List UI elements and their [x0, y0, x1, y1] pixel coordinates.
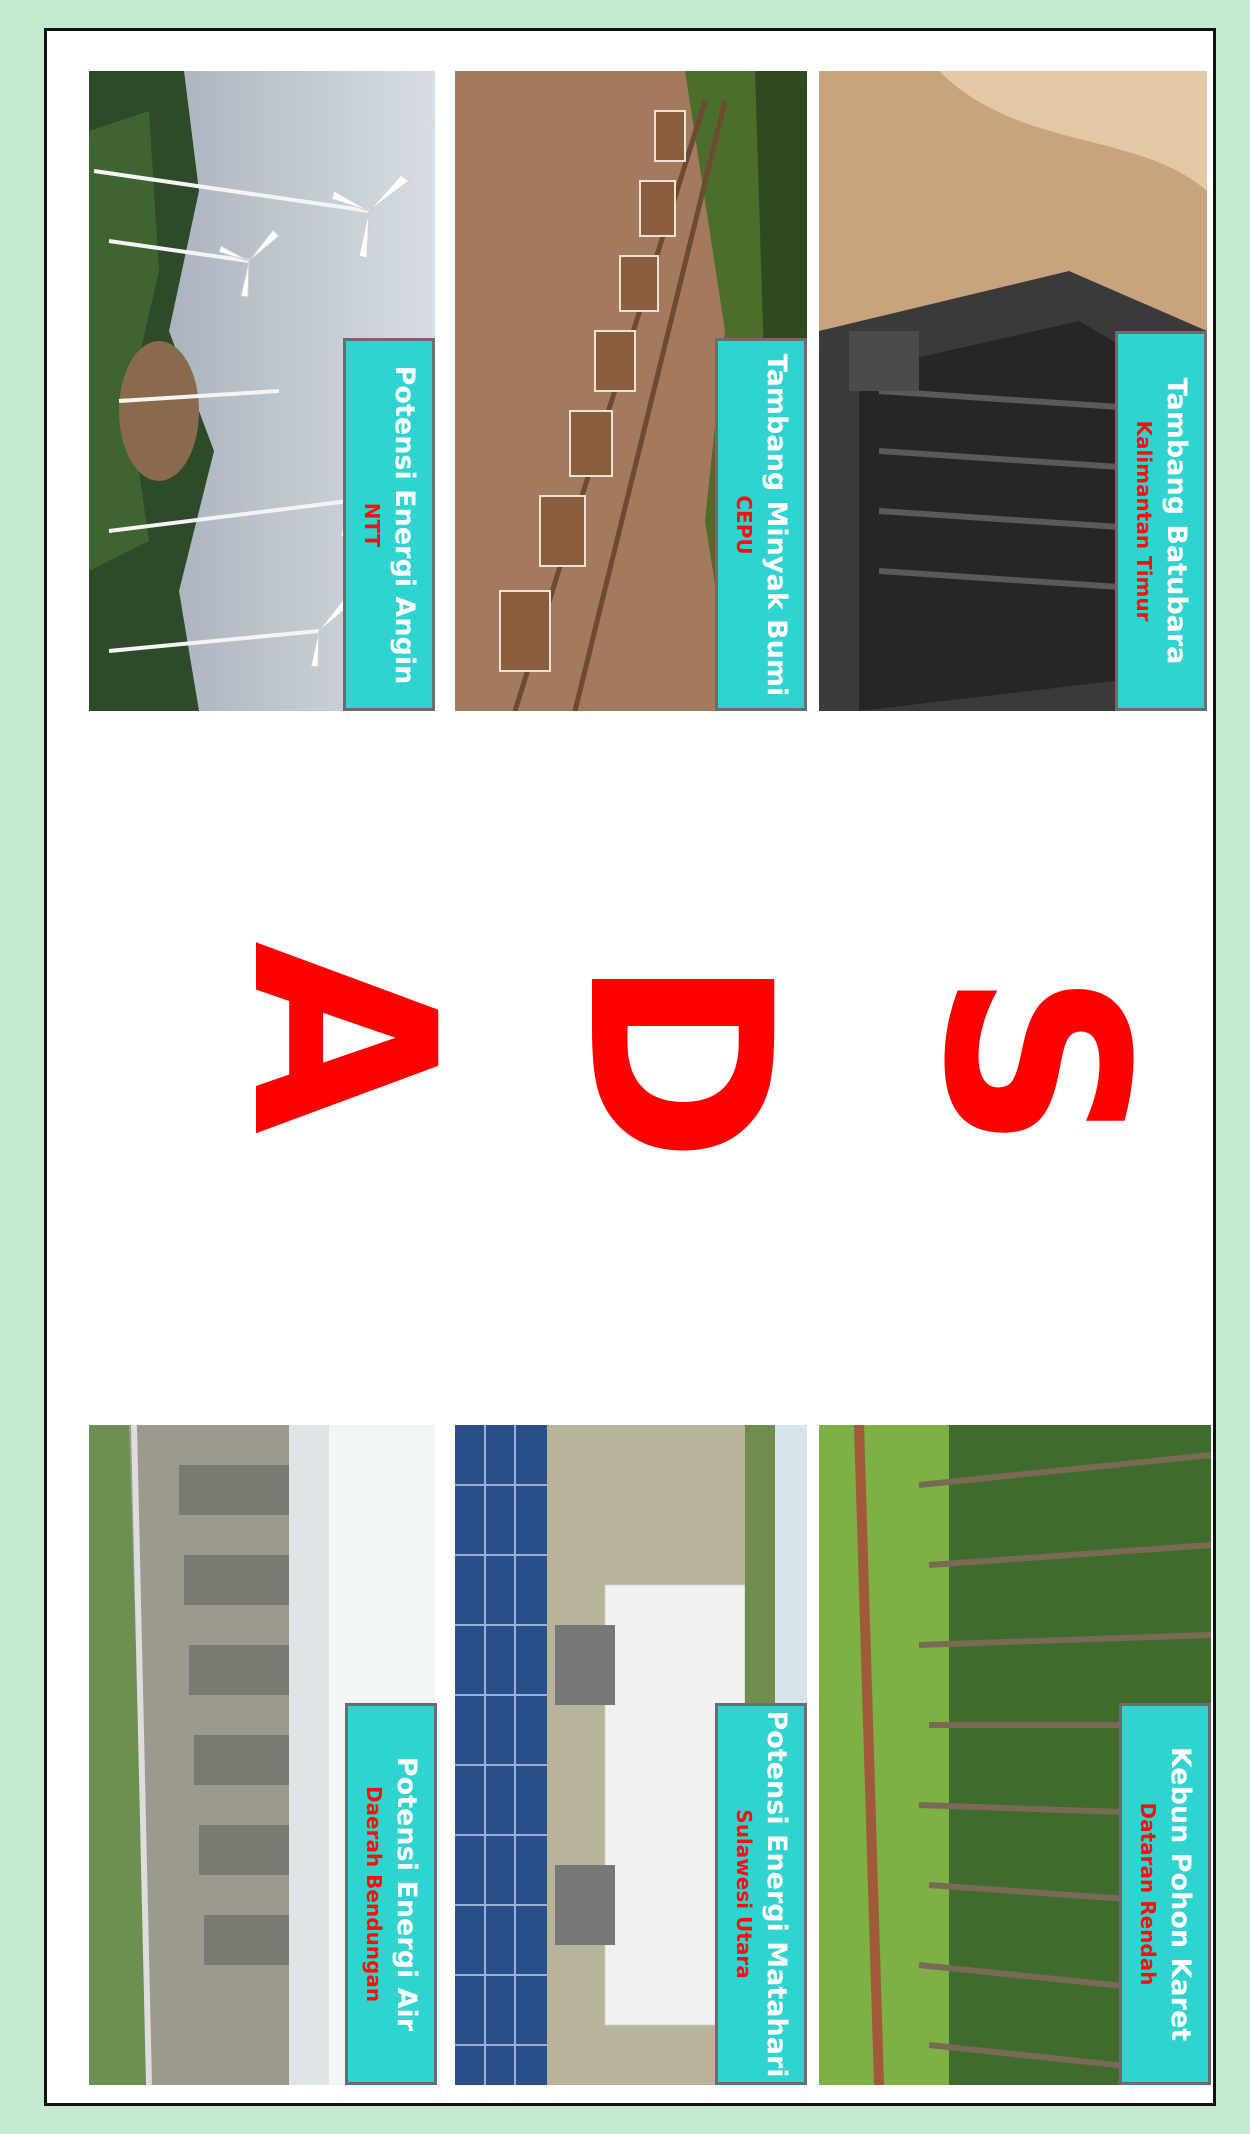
card-rubber-title: Kebun Pohon Karet — [1165, 1746, 1196, 2042]
card-oil-label: Tambang Minyak Bumi CEPU — [715, 338, 807, 711]
card-water-subtitle: Daerah Bendungan — [362, 1785, 386, 2003]
card-solar-title: Potensi Energi Matahari — [761, 1710, 792, 2078]
card-solar-subtitle: Sulawesi Utara — [732, 1809, 756, 1979]
letter-s: S — [889, 971, 1180, 1152]
card-solar-label: Potensi Energi Matahari Sulawesi Utara — [715, 1703, 807, 2085]
poster-frame: Potensi Energi Angin NTT Tambang Minyak … — [44, 28, 1216, 2106]
card-water-title: Potensi Energi Air — [391, 1756, 422, 2032]
card-coal-subtitle: Kalimantan Timur — [1132, 420, 1156, 622]
card-wind-title: Potensi Energi Angin — [389, 365, 420, 684]
card-coal-label: Tambang Batubara Kalimantan Timur — [1115, 331, 1207, 711]
card-water-label: Potensi Energi Air Daerah Bendungan — [345, 1703, 437, 2085]
letter-d: D — [533, 956, 824, 1164]
card-rubber-label: Kebun Pohon Karet Dataran Rendah — [1119, 1703, 1211, 2085]
card-wind-subtitle: NTT — [360, 502, 384, 547]
card-coal-title: Tambang Batubara — [1161, 377, 1192, 665]
card-oil-title: Tambang Minyak Bumi — [761, 353, 792, 696]
card-rubber-subtitle: Dataran Rendah — [1136, 1802, 1160, 1986]
letter-a: A — [197, 941, 488, 1135]
card-wind-label: Potensi Energi Angin NTT — [343, 338, 435, 711]
card-oil-subtitle: CEPU — [732, 494, 756, 555]
